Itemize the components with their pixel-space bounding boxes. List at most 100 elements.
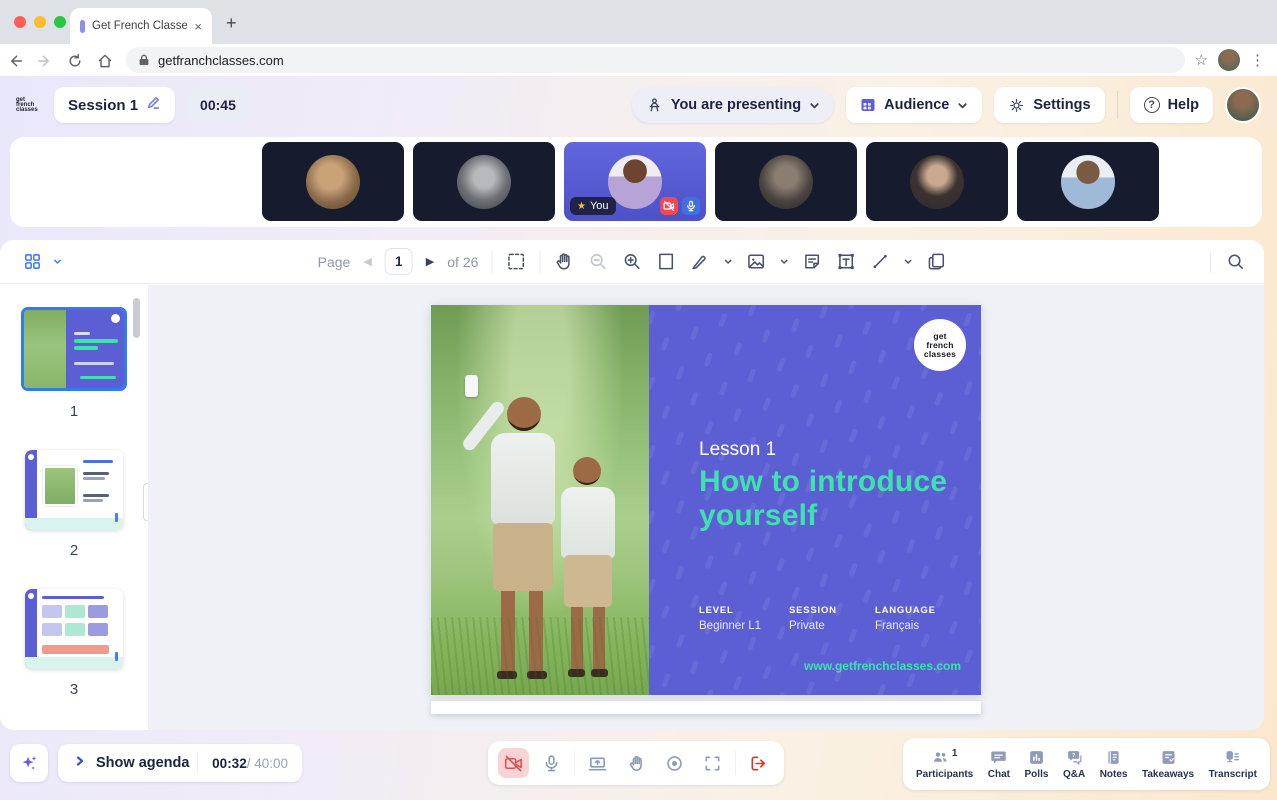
frame-tool[interactable] <box>655 251 676 272</box>
fullscreen-button[interactable] <box>697 748 728 778</box>
side-panels-bar: 1 Participants Chat Polls ? Q&A Notes <box>903 738 1270 790</box>
slide-thumbnail-2[interactable] <box>25 450 123 530</box>
insert-image-tool[interactable] <box>745 251 766 272</box>
slide-website: www.getfrenchclasses.com <box>804 659 961 673</box>
participant-tile[interactable] <box>413 142 555 221</box>
slide-canvas: getfrenchclasses Lesson 1 How to introdu… <box>148 285 1264 730</box>
notes-icon <box>1105 749 1122 766</box>
mic-on-badge[interactable] <box>682 197 700 215</box>
session-title-button[interactable]: Session 1 <box>54 87 175 123</box>
thumb3-box <box>42 605 62 618</box>
participant-tile[interactable] <box>262 142 404 221</box>
bookmark-star-icon[interactable]: ☆ <box>1195 51 1208 69</box>
forward-icon[interactable] <box>30 51 60 68</box>
minimize-window-button[interactable] <box>34 16 46 28</box>
slide-thumbnail-1[interactable] <box>21 307 127 391</box>
panel-qa[interactable]: ? Q&A <box>1063 749 1085 780</box>
page-number-input[interactable]: 1 <box>385 248 413 275</box>
duplicate-page-tool[interactable] <box>925 251 946 272</box>
photo-figure <box>493 523 553 591</box>
photo-figure <box>507 397 541 431</box>
app-header: getfrenchclasses Session 1 00:45 You are… <box>0 76 1277 134</box>
reload-icon[interactable] <box>60 51 90 68</box>
record-button[interactable] <box>659 748 690 778</box>
sticky-note-tool[interactable] <box>801 251 822 272</box>
sidebar-scrollbar[interactable] <box>133 298 140 338</box>
thumb3-logo <box>28 593 34 599</box>
settings-button[interactable]: Settings <box>994 87 1104 123</box>
pen-tool-chevron-icon[interactable] <box>723 253 732 271</box>
browser-profile-avatar[interactable] <box>1218 49 1240 71</box>
audience-dropdown[interactable]: Audience <box>846 87 982 123</box>
browser-tab-bar: Get French Classes × + <box>0 0 1277 44</box>
help-button[interactable]: ? Help <box>1130 87 1213 123</box>
edit-session-icon[interactable] <box>146 95 161 115</box>
zoom-out-tool[interactable] <box>587 251 608 272</box>
thumb3-footer <box>25 657 123 669</box>
zoom-window-button[interactable] <box>54 16 66 28</box>
photo-figure <box>564 555 612 607</box>
previous-page-button[interactable]: ◀ <box>363 255 371 268</box>
panel-polls[interactable]: Polls <box>1025 749 1049 780</box>
panel-takeaways[interactable]: Takeaways <box>1142 749 1194 780</box>
site-favicon <box>80 20 85 33</box>
marquee-select-tool[interactable] <box>505 251 526 272</box>
mic-toggle-button[interactable] <box>536 748 567 778</box>
current-slide: getfrenchclasses Lesson 1 How to introdu… <box>431 305 981 695</box>
grid-view-chevron-icon[interactable] <box>53 253 62 271</box>
help-label: Help <box>1168 97 1199 113</box>
thumb2-line <box>83 494 109 497</box>
panel-chat[interactable]: Chat <box>988 749 1010 780</box>
lock-icon <box>138 54 150 66</box>
user-avatar[interactable] <box>1225 87 1261 123</box>
line-tool-chevron-icon[interactable] <box>903 253 912 271</box>
insert-image-chevron-icon[interactable] <box>779 253 788 271</box>
photo-figure <box>501 589 515 673</box>
slide-content-panel: getfrenchclasses Lesson 1 How to introdu… <box>649 305 981 695</box>
panel-transcript[interactable]: Transcript <box>1209 749 1257 780</box>
participant-tile[interactable] <box>866 142 1008 221</box>
thumb3-title <box>42 596 104 599</box>
new-tab-button[interactable]: + <box>226 14 237 32</box>
search-icon[interactable] <box>1225 251 1246 272</box>
camera-toggle-button[interactable] <box>498 748 529 778</box>
chat-icon <box>990 749 1007 766</box>
leave-session-button[interactable] <box>743 748 774 778</box>
back-icon[interactable] <box>0 51 30 68</box>
text-tool[interactable] <box>835 251 856 272</box>
photo-figure <box>529 589 543 673</box>
zoom-in-tool[interactable] <box>621 251 642 272</box>
thumb2-photo <box>43 466 77 506</box>
camera-off-badge[interactable] <box>660 197 678 215</box>
next-page-button[interactable]: ▶ <box>426 255 434 268</box>
ai-assistant-button[interactable] <box>10 744 48 782</box>
thumb1-photo <box>24 310 66 388</box>
participant-tile-you[interactable]: ★ You <box>564 142 706 221</box>
line-tool[interactable] <box>869 251 890 272</box>
slide-thumbnail-3[interactable] <box>25 589 123 669</box>
grid-view-button[interactable] <box>22 251 43 272</box>
browser-menu-icon[interactable]: ⋮ <box>1250 51 1265 69</box>
close-window-button[interactable] <box>14 16 26 28</box>
panel-participants[interactable]: 1 Participants <box>916 749 973 780</box>
thumb1-purple <box>66 310 124 388</box>
tab-close-icon[interactable]: × <box>194 19 202 34</box>
raise-hand-button[interactable] <box>620 748 651 778</box>
pen-tool[interactable] <box>689 251 710 272</box>
meta-level: LEVEL Beginner L1 <box>699 605 789 632</box>
pan-hand-tool[interactable] <box>553 251 574 272</box>
participant-tile[interactable] <box>1017 142 1159 221</box>
chevron-down-icon <box>809 100 820 111</box>
photo-figure <box>591 669 608 677</box>
home-icon[interactable] <box>90 51 120 68</box>
show-agenda-bar[interactable]: Show agenda 00:32/ 40:00 <box>58 744 302 782</box>
gear-icon <box>1008 97 1025 114</box>
thumb3-box <box>88 623 108 636</box>
url-bar[interactable]: getfranchclasses.com <box>126 47 1185 73</box>
presenting-dropdown[interactable]: You are presenting <box>632 87 834 123</box>
participant-tile[interactable] <box>715 142 857 221</box>
screen-share-button[interactable] <box>582 748 613 778</box>
slide-number: 3 <box>0 681 148 698</box>
panel-notes[interactable]: Notes <box>1100 749 1128 780</box>
browser-tab[interactable]: Get French Classes × <box>70 8 212 44</box>
